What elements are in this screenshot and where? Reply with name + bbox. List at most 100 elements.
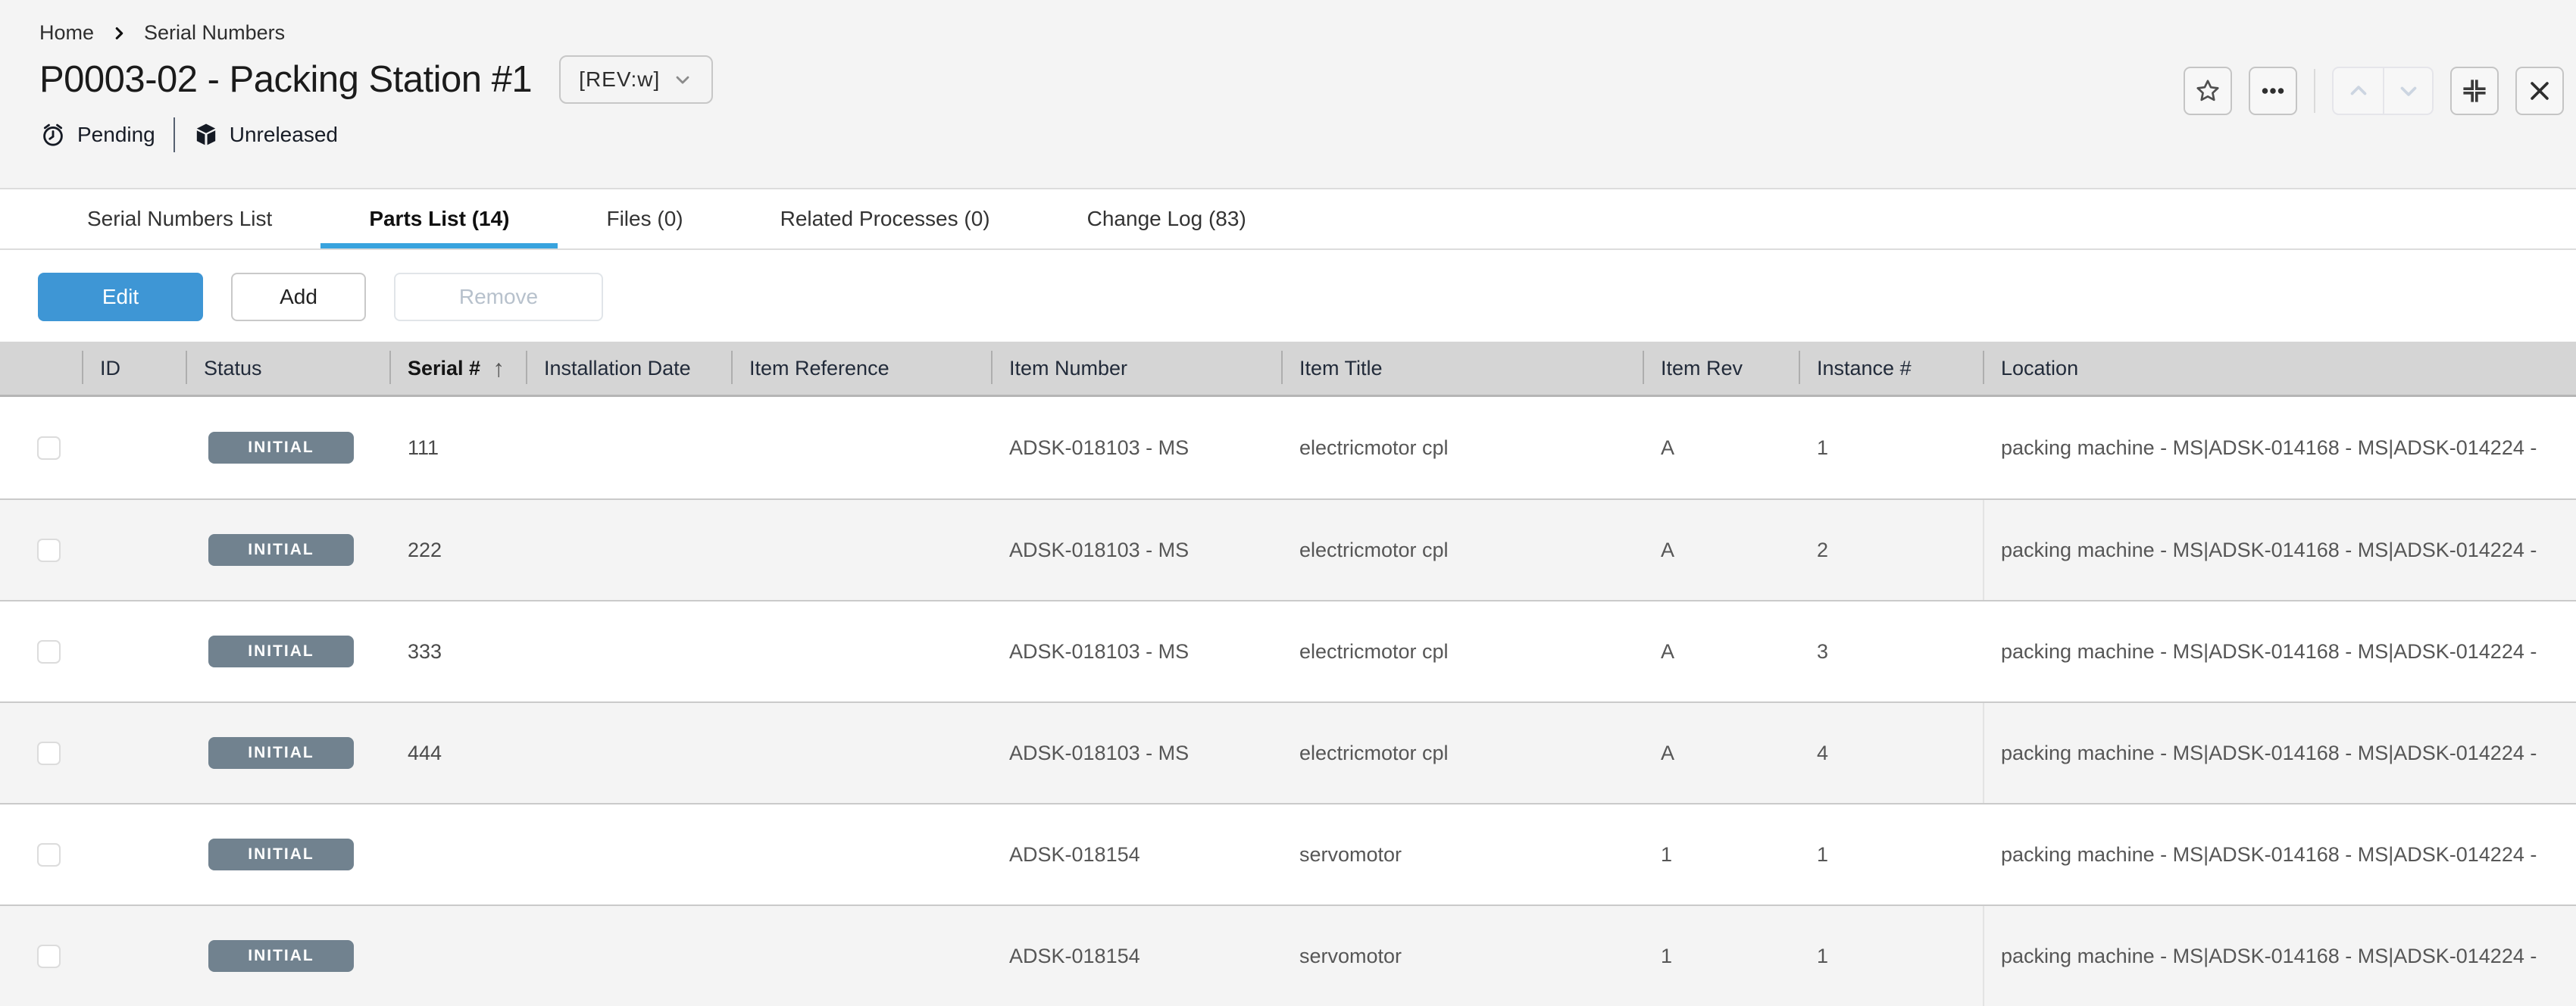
table-row[interactable]: INITIALADSK-018154servomotor11packing ma… [0, 803, 2576, 904]
parts-toolbar: Edit Add Remove [0, 250, 2576, 342]
cell-serial: 333 [389, 601, 526, 701]
actions-divider [2314, 69, 2315, 113]
tab-serial-numbers-list[interactable]: Serial Numbers List [39, 189, 320, 248]
cell-item_reference [731, 397, 991, 498]
cell-status: INITIAL [186, 500, 389, 600]
chevron-down-icon [672, 69, 693, 90]
cell-location: packing machine - MS|ADSK-014168 - MS|AD… [1983, 703, 2576, 803]
chevron-up-icon [2346, 78, 2371, 104]
status-divider [174, 117, 175, 152]
table-row[interactable]: INITIAL222ADSK-018103 - MSelectricmotor … [0, 498, 2576, 600]
chevron-down-icon [2396, 78, 2421, 104]
cell-item_rev: A [1643, 397, 1799, 498]
collapse-button[interactable] [2450, 67, 2499, 115]
table-body: INITIAL111ADSK-018103 - MSelectricmotor … [0, 397, 2576, 1006]
revision-dropdown[interactable]: [REV:w] [559, 55, 713, 104]
add-button[interactable]: Add [231, 273, 366, 321]
cell-item_number: ADSK-018103 - MS [991, 397, 1281, 498]
status-badge: INITIAL [208, 432, 354, 464]
cell-location: packing machine - MS|ADSK-014168 - MS|AD… [1983, 804, 2576, 904]
row-checkbox[interactable] [37, 436, 61, 460]
row-select-cell [0, 500, 82, 600]
workflow-status: Pending [39, 121, 155, 148]
breadcrumb-home[interactable]: Home [39, 21, 94, 45]
table-row[interactable]: INITIAL333ADSK-018103 - MSelectricmotor … [0, 600, 2576, 701]
next-record-button[interactable] [2383, 68, 2432, 114]
cell-id [82, 397, 186, 498]
cell-item_reference [731, 906, 991, 1006]
column-header-serial[interactable]: Serial #↑ [389, 342, 526, 395]
row-select-cell [0, 804, 82, 904]
row-checkbox[interactable] [37, 843, 61, 867]
row-checkbox[interactable] [37, 539, 61, 562]
column-label: Serial # [408, 357, 480, 380]
collapse-icon [2462, 78, 2487, 104]
column-header-status[interactable]: Status [186, 342, 389, 395]
status-badge: INITIAL [208, 737, 354, 769]
breadcrumb: Home Serial Numbers [39, 0, 2576, 45]
cell-serial: 111 [389, 397, 526, 498]
row-select-cell [0, 703, 82, 803]
previous-record-button[interactable] [2334, 68, 2383, 114]
breadcrumb-serial-numbers[interactable]: Serial Numbers [144, 21, 285, 45]
cell-item_rev: A [1643, 500, 1799, 600]
row-checkbox[interactable] [37, 640, 61, 664]
cell-item_number: ADSK-018103 - MS [991, 500, 1281, 600]
workflow-status-label: Pending [77, 123, 155, 147]
column-header-item_title[interactable]: Item Title [1281, 342, 1643, 395]
cell-id [82, 703, 186, 803]
status-row: Pending Unreleased [39, 117, 2576, 152]
tab-change-log-83[interactable]: Change Log (83) [1039, 189, 1295, 248]
tab-parts-list-14[interactable]: Parts List (14) [320, 189, 558, 248]
page-title: P0003-02 - Packing Station #1 [39, 61, 532, 98]
tab-related-processes-0[interactable]: Related Processes (0) [732, 189, 1039, 248]
column-label: Status [204, 357, 262, 380]
column-header-item_number[interactable]: Item Number [991, 342, 1281, 395]
cell-item_number: ADSK-018103 - MS [991, 703, 1281, 803]
column-label: Item Reference [749, 357, 889, 380]
more-actions-button[interactable] [2249, 67, 2297, 115]
cell-status: INITIAL [186, 397, 389, 498]
cell-installation_date [526, 703, 731, 803]
tabs-bar: Serial Numbers ListParts List (14)Files … [0, 189, 2576, 250]
tab-files-0[interactable]: Files (0) [558, 189, 731, 248]
column-header-instance[interactable]: Instance # [1799, 342, 1983, 395]
record-pager [2332, 67, 2434, 115]
table-row[interactable]: INITIALADSK-018154servomotor11packing ma… [0, 904, 2576, 1006]
page-header: Home Serial Numbers P0003-02 - Packing S… [0, 0, 2576, 189]
parts-table: ID Status Serial #↑ Installation Date Item R… [0, 342, 2576, 1006]
status-badge: INITIAL [208, 940, 354, 972]
column-header-item_rev[interactable]: Item Rev [1643, 342, 1799, 395]
table-row[interactable]: INITIAL 111 ADSK-018103 - MSelectricmotor … [0, 397, 2576, 498]
cell-id [82, 804, 186, 904]
cell-id [82, 601, 186, 701]
column-label: Installation Date [544, 357, 691, 380]
cell-instance: 1 [1799, 906, 1983, 1006]
cell-instance: 1 [1799, 804, 1983, 904]
table-row[interactable]: INITIAL444ADSK-018103 - MSelectricmotor … [0, 701, 2576, 803]
row-checkbox[interactable] [37, 742, 61, 765]
revision-label: [REV:w] [579, 67, 660, 92]
edit-button[interactable]: Edit [38, 273, 203, 321]
row-select-cell [0, 601, 82, 701]
cell-item_reference [731, 703, 991, 803]
column-header-id[interactable]: ID [82, 342, 186, 395]
row-checkbox[interactable] [37, 945, 61, 968]
close-button[interactable] [2515, 67, 2564, 115]
row-select-cell [0, 397, 82, 498]
cell-location: packing machine - MS|ADSK-014168 - MS|AD… [1983, 397, 2576, 498]
cell-item_reference [731, 804, 991, 904]
column-header-item_reference[interactable]: Item Reference [731, 342, 991, 395]
cell-item_title: electricmotor cpl [1281, 397, 1643, 498]
cell-status: INITIAL [186, 703, 389, 803]
column-header-location[interactable]: Location [1983, 342, 2576, 395]
cell-id [82, 906, 186, 1006]
column-label: Location [2001, 357, 2078, 380]
cell-item_rev: A [1643, 601, 1799, 701]
cell-item_title: electricmotor cpl [1281, 703, 1643, 803]
cell-instance: 2 [1799, 500, 1983, 600]
column-header-installation_date[interactable]: Installation Date [526, 342, 731, 395]
favorite-button[interactable] [2184, 67, 2232, 115]
table-header-row: ID Status Serial #↑ Installation Date Item R… [0, 342, 2576, 397]
remove-button[interactable]: Remove [394, 273, 603, 321]
